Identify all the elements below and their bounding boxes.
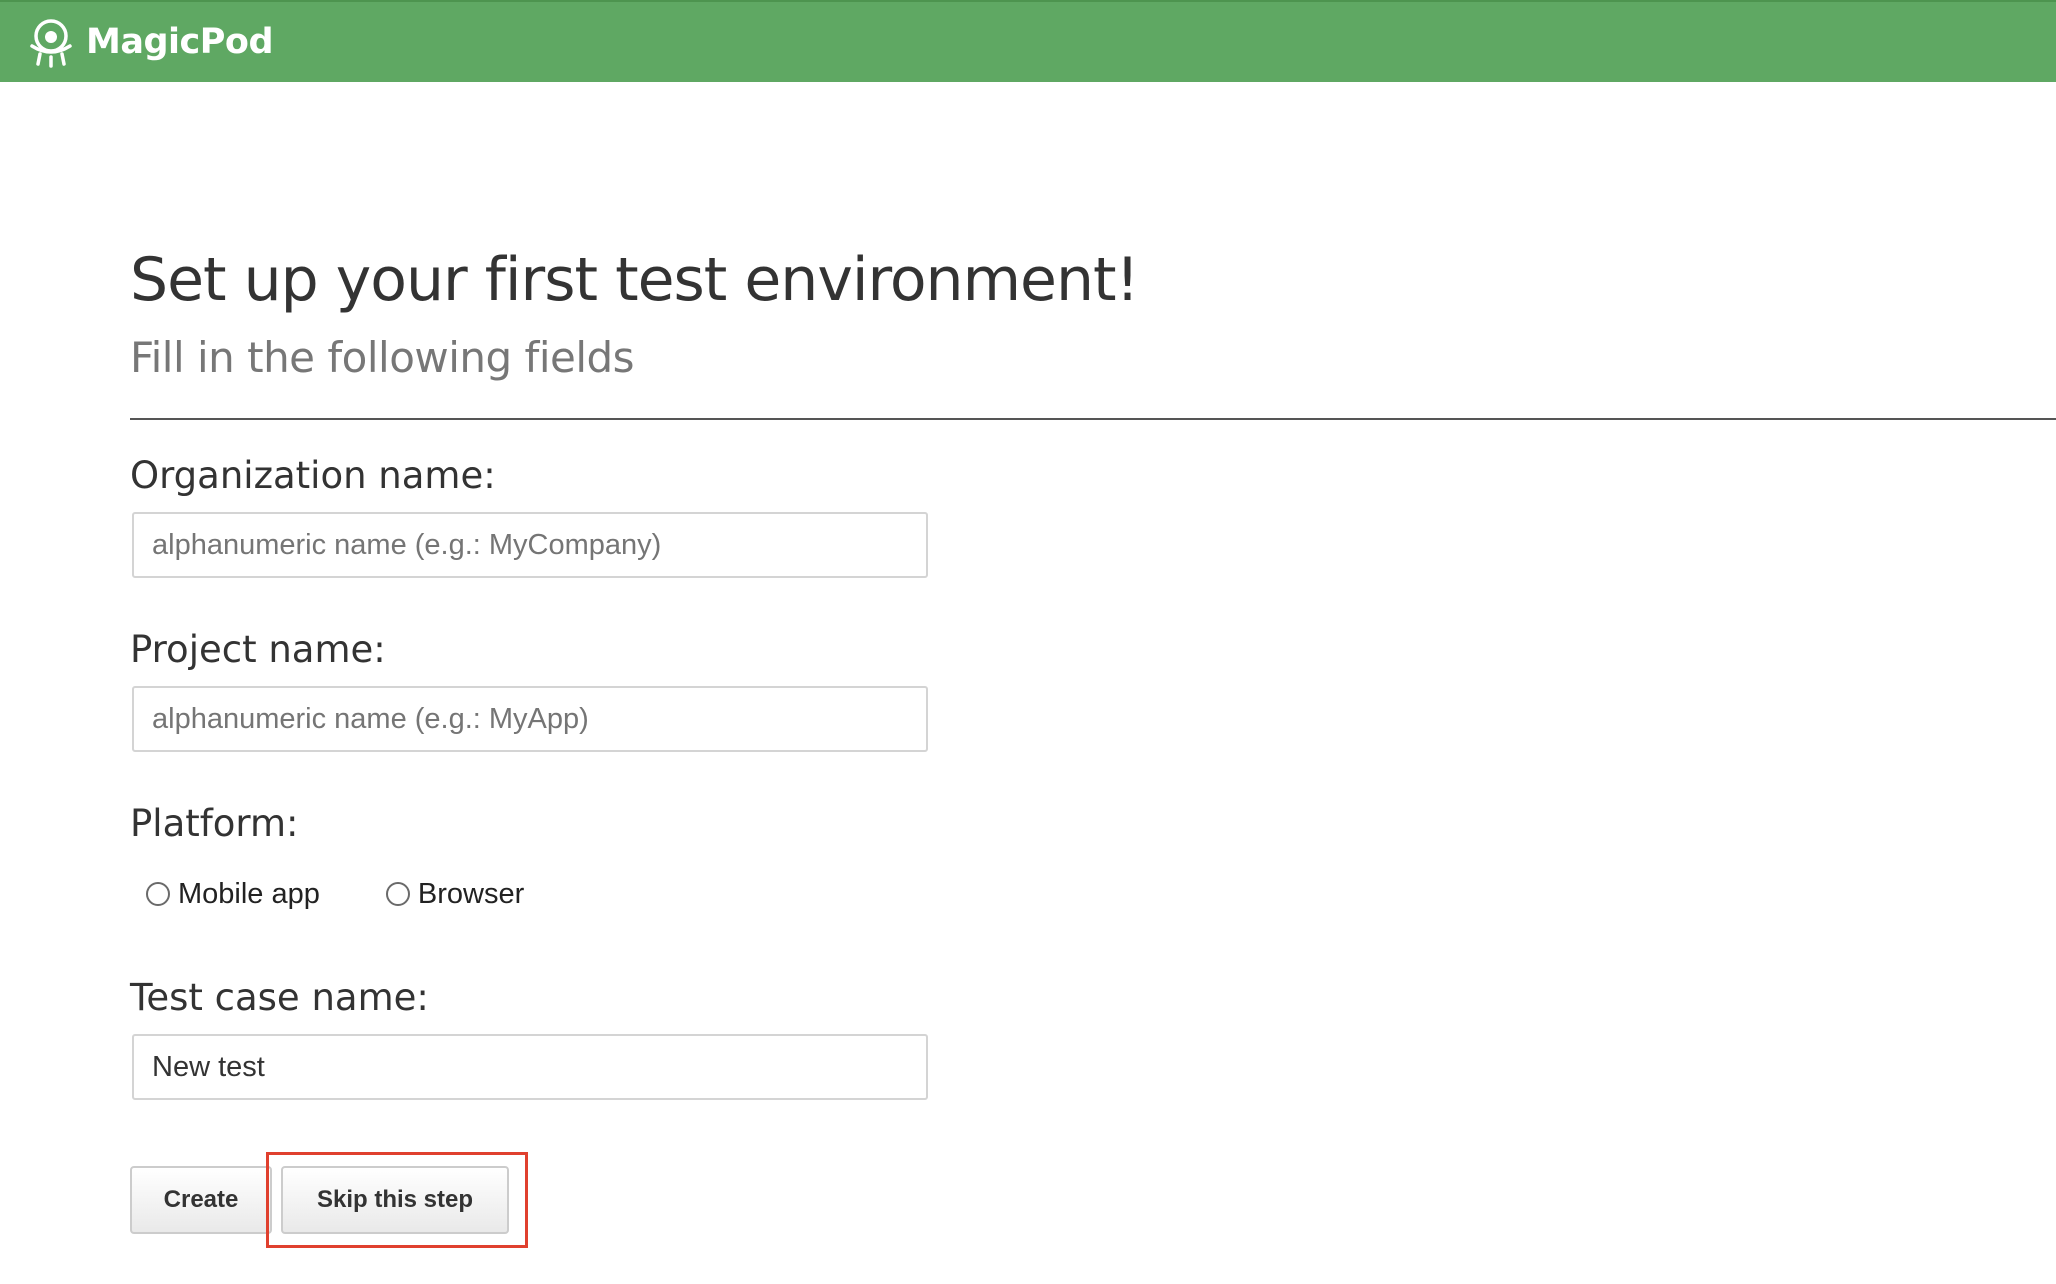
- page-title: Set up your first test environment!: [130, 245, 1140, 315]
- project-name-label: Project name:: [130, 628, 386, 671]
- project-field-group: Project name:: [130, 628, 2056, 752]
- brand-logo[interactable]: MagicPod: [26, 16, 274, 68]
- platform-option-browser[interactable]: Browser: [385, 878, 524, 911]
- mobile-app-radio[interactable]: [146, 882, 170, 906]
- brand-name: MagicPod: [86, 22, 274, 62]
- skip-button[interactable]: Skip this step: [281, 1166, 509, 1234]
- test-case-name-label: Test case name:: [130, 976, 429, 1019]
- platform-option-mobile-app[interactable]: Mobile app: [146, 878, 320, 911]
- organization-name-input[interactable]: [132, 512, 928, 578]
- test-case-name-input[interactable]: [132, 1034, 928, 1100]
- section-divider: [130, 418, 2056, 420]
- organization-field-group: Organization name:: [130, 454, 2056, 578]
- test-case-field-group: Test case name:: [130, 976, 2056, 1100]
- form-actions: Create Skip this step: [130, 1152, 2056, 1248]
- mobile-app-radio-label[interactable]: Mobile app: [178, 878, 320, 911]
- organization-name-label: Organization name:: [130, 454, 496, 497]
- setup-form-container: Set up your first test environment! Fill…: [130, 240, 2056, 1248]
- platform-radio-group: Mobile app Browser: [146, 874, 2056, 914]
- platform-label: Platform:: [130, 802, 299, 845]
- create-button[interactable]: Create: [130, 1166, 272, 1234]
- page-subtitle: Fill in the following fields: [130, 333, 635, 382]
- robot-ufo-icon: [30, 19, 72, 68]
- top-nav-bar: MagicPod: [0, 0, 2056, 82]
- platform-field-group: Platform: Mobile app Browser: [130, 802, 2056, 914]
- browser-radio-label[interactable]: Browser: [418, 878, 524, 911]
- browser-radio[interactable]: [385, 882, 410, 906]
- project-name-input[interactable]: [132, 686, 928, 752]
